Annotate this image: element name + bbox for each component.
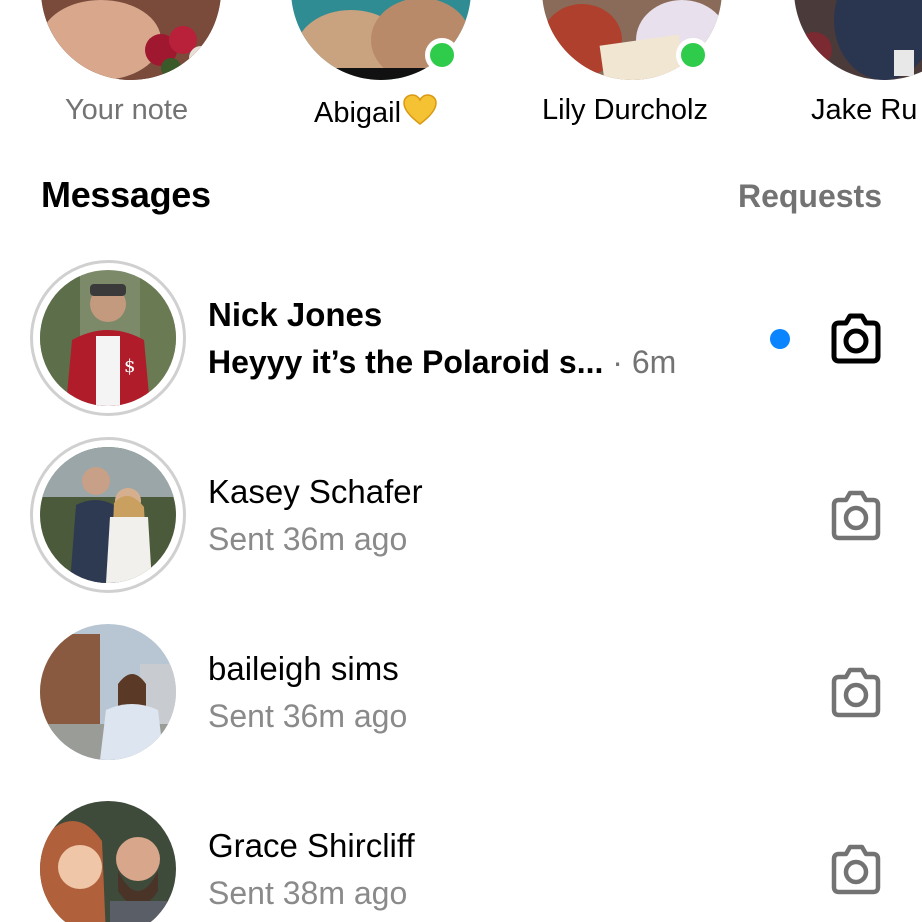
avatar-image [40, 447, 176, 583]
avatar [40, 624, 176, 760]
conversation-preview-text: Heyyy it’s the Polaroid s... [208, 344, 604, 380]
conversation-row-grace-shircliff[interactable]: Grace Shircliff Sent 38m ago [0, 791, 922, 922]
avatar [40, 801, 176, 922]
note-name: Abigail [314, 94, 437, 130]
note-abigail[interactable]: Abigail [262, 0, 502, 140]
note-avatar-image [41, 0, 221, 80]
avatar [40, 447, 176, 583]
avatar-image [40, 801, 176, 922]
messages-screen: Your note Abigail Lily Durcholz Jake Ru … [0, 0, 922, 922]
conversation-preview: Sent 36m ago [208, 521, 408, 557]
conversation-preview: Sent 38m ago [208, 875, 408, 911]
online-indicator [676, 38, 710, 72]
camera-button[interactable] [826, 309, 886, 369]
note-avatar-photo[interactable] [794, 0, 922, 80]
conversation-row-nick-jones[interactable]: $ Nick Jones Heyyy it’s the Polaroid s..… [0, 260, 922, 436]
conversation-name: Kasey Schafer [208, 473, 423, 510]
avatar-story-ring[interactable]: $ [30, 260, 186, 416]
conversation-row-kasey-schafer[interactable]: Kasey Schafer Sent 36m ago [0, 437, 922, 613]
avatar-story-ring[interactable] [30, 437, 186, 593]
avatar-container[interactable] [30, 791, 186, 922]
camera-icon [831, 667, 881, 718]
yellow-heart-emoji-icon [403, 94, 437, 125]
note-lily-durcholz[interactable]: Lily Durcholz [516, 0, 756, 140]
note-name-text: Abigail [314, 97, 402, 129]
conversation-time: · 6m [612, 344, 677, 380]
conversation-name: Nick Jones [208, 296, 383, 333]
avatar: $ [40, 270, 176, 406]
note-avatar-photo[interactable] [41, 0, 221, 80]
note-your-note[interactable]: Your note [10, 0, 250, 140]
camera-icon [831, 490, 881, 541]
camera-icon [831, 844, 881, 895]
note-name: Jake Ru [811, 94, 918, 126]
note-name: Your note [65, 94, 189, 126]
note-jake[interactable]: Jake Ru [772, 0, 922, 140]
conversation-row-baileigh-sims[interactable]: baileigh sims Sent 36m ago [0, 614, 922, 790]
avatar-image [40, 624, 176, 760]
avatar-container[interactable] [30, 614, 186, 770]
note-name: Lily Durcholz [542, 94, 708, 126]
svg-text:$: $ [124, 356, 135, 377]
conversation-preview: Heyyy it’s the Polaroid s... · 6m [208, 344, 676, 381]
conversation-name: Grace Shircliff [208, 827, 415, 864]
requests-link[interactable]: Requests [738, 178, 882, 215]
camera-button[interactable] [826, 663, 886, 723]
camera-icon [831, 313, 881, 364]
camera-button[interactable] [826, 486, 886, 546]
avatar-image: $ [40, 270, 176, 406]
camera-button[interactable] [826, 840, 886, 900]
unread-dot [770, 329, 790, 349]
note-avatar-image [794, 0, 922, 80]
online-indicator [425, 38, 459, 72]
conversation-preview: Sent 36m ago [208, 698, 408, 734]
conversation-name: baileigh sims [208, 650, 399, 687]
messages-title: Messages [41, 174, 211, 215]
